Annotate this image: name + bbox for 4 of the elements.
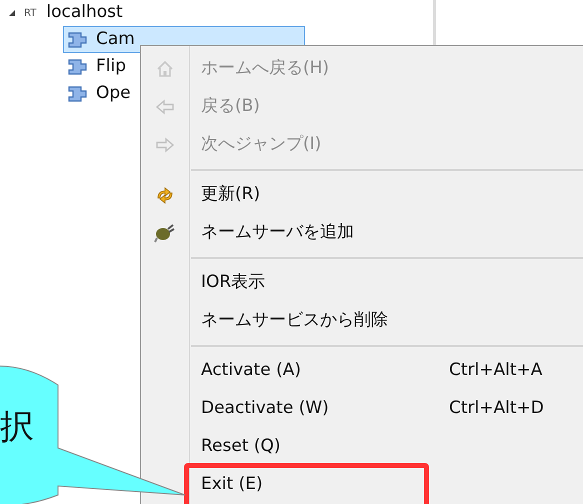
shortcut-text: Ctrl+Alt+A (449, 359, 542, 382)
callout-text: 択 (0, 410, 34, 444)
shortcut-text: Ctrl+Alt+D (449, 397, 544, 420)
server-label: RT (24, 6, 36, 20)
